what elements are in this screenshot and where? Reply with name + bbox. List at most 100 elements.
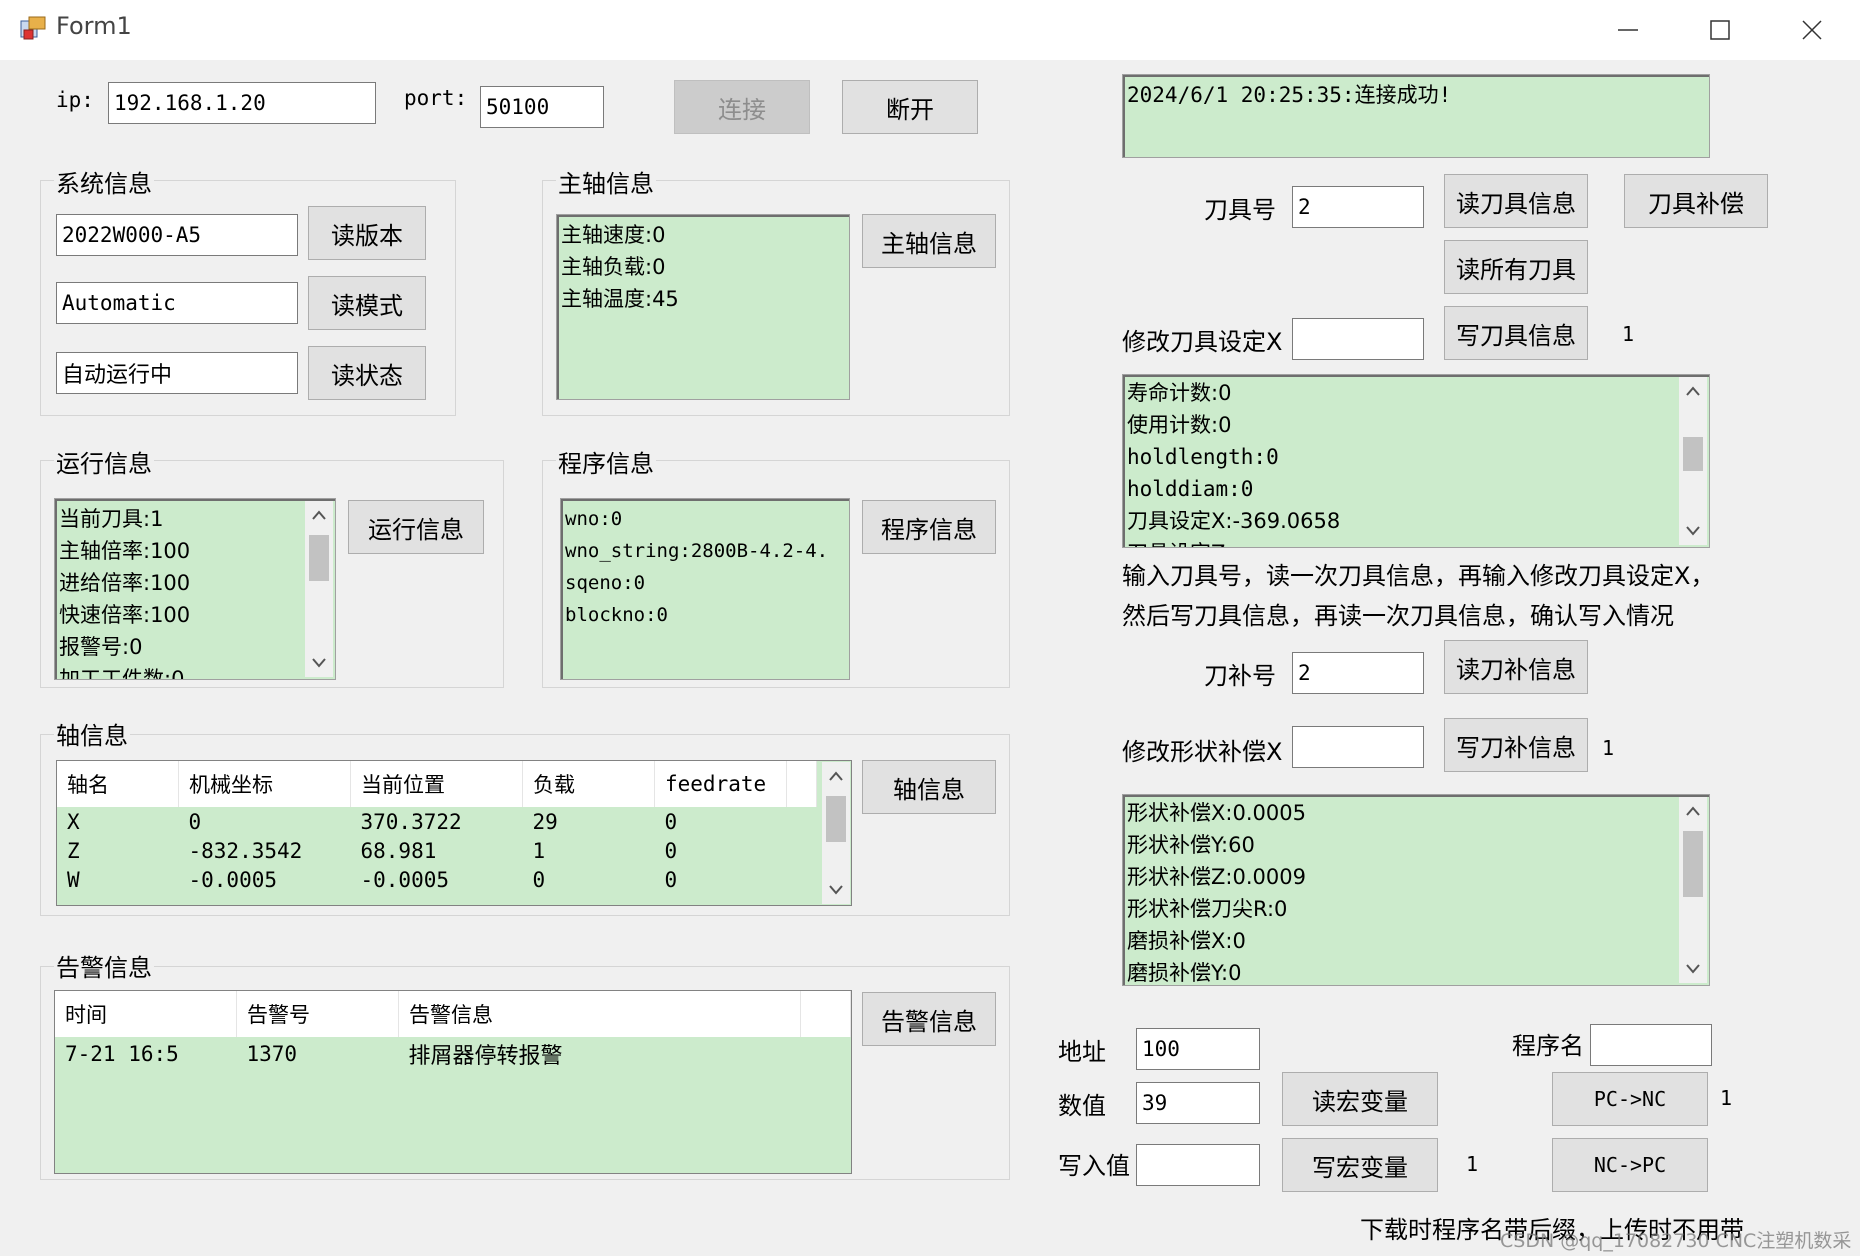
program-line: sqeno:0 — [565, 572, 646, 594]
table-cell: -0.0005 — [188, 867, 278, 892]
scrollbar-thumb[interactable] — [1683, 437, 1703, 471]
axis-info-title: 轴信息 — [54, 716, 130, 751]
scrollbar-thumb[interactable] — [309, 535, 329, 581]
offset-line: 磨损补偿X:0 — [1127, 929, 1246, 953]
table-cell: 排屑器停转报警 — [408, 1044, 563, 1069]
chevron-up-icon[interactable] — [1679, 797, 1707, 825]
read-tool-button[interactable]: 读刀具信息 — [1444, 174, 1588, 228]
program-name-label: 程序名 — [1512, 1032, 1584, 1060]
column-header[interactable]: 当前位置 — [350, 761, 523, 807]
spindle-line: 主轴温度:45 — [561, 287, 679, 311]
axis-info-button[interactable]: 轴信息 — [862, 760, 996, 814]
table-cell: 0 — [532, 867, 546, 892]
column-header[interactable]: 告警信息 — [398, 991, 801, 1037]
column-header[interactable]: 时间 — [55, 991, 237, 1037]
read-status-button[interactable]: 读状态 — [308, 346, 426, 400]
write-offset-button[interactable]: 写刀补信息 — [1444, 718, 1588, 772]
table-cell: 0 — [188, 809, 202, 834]
run-line: 加工工件数:0 — [59, 667, 185, 680]
disconnect-button[interactable]: 断开 — [842, 80, 978, 134]
column-header[interactable]: 轴名 — [57, 761, 179, 807]
modify-offset-input[interactable] — [1292, 726, 1424, 768]
chevron-down-icon[interactable] — [1679, 517, 1707, 545]
value-input[interactable]: 39 — [1136, 1082, 1260, 1124]
alarm-info-button[interactable]: 告警信息 — [862, 992, 996, 1046]
column-header[interactable]: 告警号 — [236, 991, 399, 1037]
read-macro-button[interactable]: 读宏变量 — [1282, 1072, 1438, 1126]
status-field[interactable]: 自动运行中 — [56, 352, 298, 394]
column-header[interactable]: 机械坐标 — [178, 761, 351, 807]
tool-instructions-line1: 输入刀具号，读一次刀具信息，再输入修改刀具设定X， — [1122, 562, 1715, 590]
ip-input[interactable]: 192.168.1.20 — [108, 82, 376, 124]
table-row[interactable]: Z -832.3542 68.981 1 0 — [57, 836, 817, 865]
version-field[interactable]: 2022W000-A5 — [56, 214, 298, 256]
table-cell: W — [67, 867, 80, 892]
program-info-title: 程序信息 — [556, 444, 656, 479]
alarm-info-title: 告警信息 — [54, 948, 154, 983]
table-cell: 0 — [664, 867, 678, 892]
table-row[interactable]: W -0.0005 -0.0005 0 0 — [57, 865, 817, 894]
run-info-button[interactable]: 运行信息 — [348, 500, 484, 554]
tool-info-box: 寿命计数:0 使用计数:0 holdlength:0 holddiam:0 刀具… — [1122, 374, 1710, 548]
tool-comp-button[interactable]: 刀具补偿 — [1624, 174, 1768, 228]
minimize-button[interactable] — [1582, 0, 1674, 60]
offset-info-scrollbar[interactable] — [1679, 797, 1707, 983]
offset-line: 形状补偿Z:0.0009 — [1127, 865, 1306, 889]
table-row[interactable]: X 0 370.3722 29 0 — [57, 807, 817, 836]
read-all-tools-button[interactable]: 读所有刀具 — [1444, 240, 1588, 294]
read-version-button[interactable]: 读版本 — [308, 206, 426, 260]
offset-info-lines: 形状补偿X:0.0005 形状补偿Y:60 形状补偿Z:0.0009 形状补偿刀… — [1123, 795, 1709, 985]
modify-tool-input[interactable] — [1292, 318, 1424, 360]
port-input[interactable]: 50100 — [480, 86, 604, 128]
modify-tool-label: 修改刀具设定X — [1122, 328, 1283, 356]
run-line: 快速倍率:100 — [59, 603, 191, 627]
alarm-table: 时间 告警号 告警信息 7-21 16:5 1370 排屑器停转报警 — [54, 990, 852, 1174]
tool-info-scrollbar[interactable] — [1679, 377, 1707, 545]
nc-to-pc-button[interactable]: NC->PC — [1552, 1138, 1708, 1192]
spindle-info-title: 主轴信息 — [556, 164, 656, 199]
port-label: port: — [404, 86, 468, 110]
tool-info-lines: 寿命计数:0 使用计数:0 holdlength:0 holddiam:0 刀具… — [1123, 375, 1709, 547]
write-macro-button[interactable]: 写宏变量 — [1282, 1138, 1438, 1192]
address-input[interactable]: 100 — [1136, 1028, 1260, 1070]
chevron-up-icon[interactable] — [822, 762, 850, 790]
tool-no-input[interactable]: 2 — [1292, 186, 1424, 228]
table-cell: X — [67, 809, 80, 834]
spindle-info-button[interactable]: 主轴信息 — [862, 214, 996, 268]
close-icon — [1802, 20, 1822, 40]
write-macro-result: 1 — [1466, 1152, 1479, 1176]
connect-button[interactable]: 连接 — [674, 80, 810, 134]
chevron-down-icon[interactable] — [822, 876, 850, 904]
chevron-up-icon[interactable] — [305, 501, 333, 529]
scrollbar-thumb[interactable] — [826, 796, 846, 842]
scrollbar-thumb[interactable] — [1683, 831, 1703, 897]
table-cell: 29 — [532, 809, 558, 834]
spindle-info-box: 主轴速度:0 主轴负载:0 主轴温度:45 — [556, 214, 850, 400]
column-header[interactable]: 负载 — [522, 761, 655, 807]
chevron-down-icon[interactable] — [1679, 955, 1707, 983]
chevron-down-icon[interactable] — [305, 649, 333, 677]
pc-to-nc-button[interactable]: PC->NC — [1552, 1072, 1708, 1126]
chevron-up-icon[interactable] — [1679, 377, 1707, 405]
read-offset-button[interactable]: 读刀补信息 — [1444, 640, 1588, 694]
spindle-info-lines: 主轴速度:0 主轴负载:0 主轴温度:45 — [557, 215, 849, 319]
axis-table-scrollbar[interactable] — [822, 762, 850, 904]
close-button[interactable] — [1766, 0, 1858, 60]
program-info-lines: wno:0 wno_string:2800B-4.2-4. sqeno:0 bl… — [561, 499, 849, 635]
program-line: blockno:0 — [565, 604, 668, 626]
read-mode-button[interactable]: 读模式 — [308, 276, 426, 330]
column-header[interactable]: feedrate — [654, 761, 787, 807]
write-tool-button[interactable]: 写刀具信息 — [1444, 306, 1588, 360]
maximize-button[interactable] — [1674, 0, 1766, 60]
run-info-scrollbar[interactable] — [305, 501, 333, 677]
program-name-input[interactable] — [1590, 1024, 1712, 1066]
write-value-input[interactable] — [1136, 1144, 1260, 1186]
program-info-button[interactable]: 程序信息 — [862, 500, 996, 554]
table-row[interactable]: 7-21 16:5 1370 排屑器停转报警 — [55, 1037, 851, 1071]
log-text: 2024/6/1 20:25:35:连接成功! — [1127, 83, 1452, 107]
offset-no-input[interactable]: 2 — [1292, 652, 1424, 694]
mode-field[interactable]: Automatic — [56, 282, 298, 324]
tool-line: holddiam:0 — [1127, 477, 1254, 501]
log-box: 2024/6/1 20:25:35:连接成功! — [1122, 74, 1710, 158]
modify-offset-label: 修改形状补偿X — [1122, 738, 1283, 766]
